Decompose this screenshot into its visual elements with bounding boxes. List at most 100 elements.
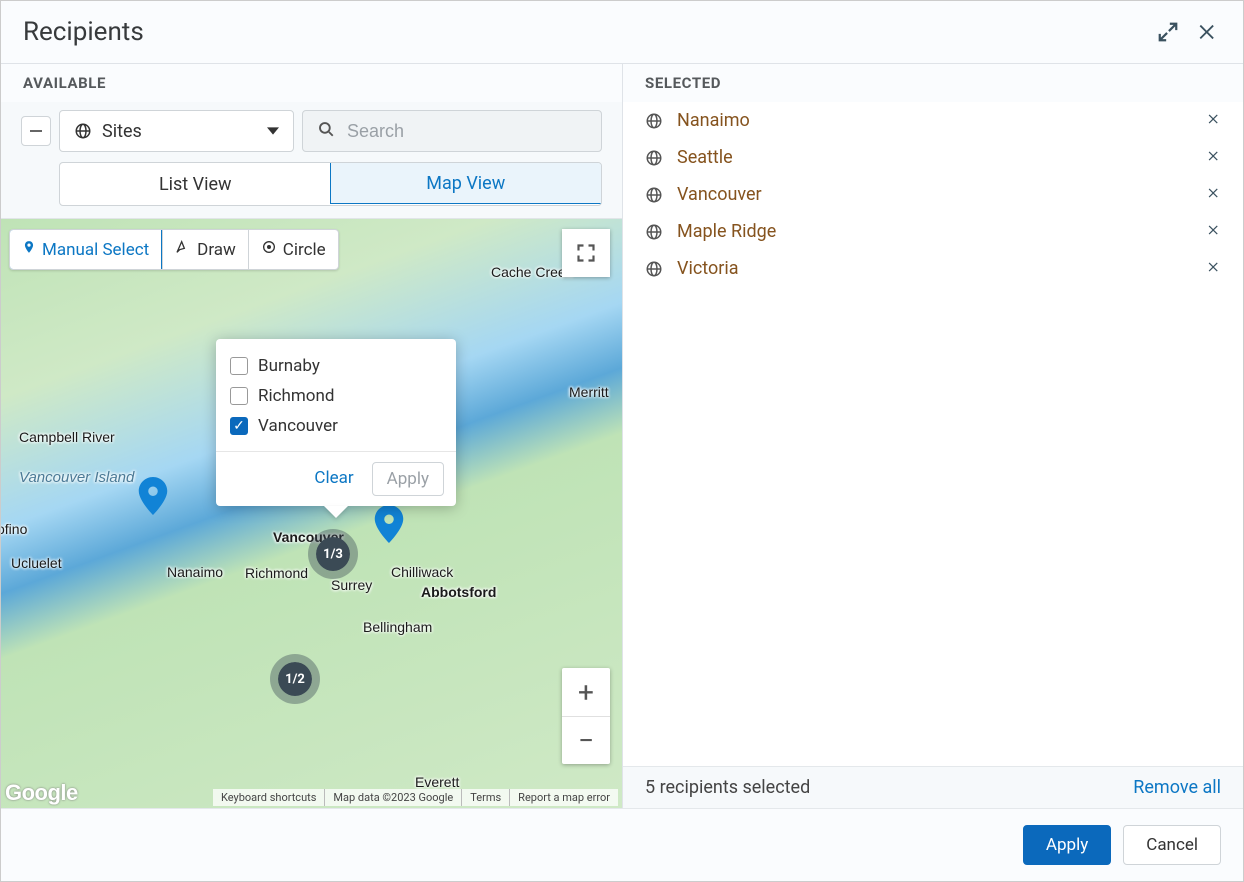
type-dropdown[interactable]: Sites (59, 110, 294, 152)
draw-button[interactable]: Draw (162, 230, 248, 269)
map-footer-links: Keyboard shortcuts Map data ©2023 Google… (213, 789, 618, 806)
map-labels: Cache Creek Merritt Campbell River Vanco… (1, 219, 622, 808)
cancel-button[interactable]: Cancel (1123, 825, 1221, 865)
label-richmond: Richmond (245, 565, 308, 581)
selected-item-name: Seattle (677, 147, 1193, 168)
selected-item-name: Nanaimo (677, 110, 1193, 131)
remove-item-icon[interactable] (1207, 258, 1221, 279)
globe-icon (645, 186, 663, 204)
remove-item-icon[interactable] (1207, 221, 1221, 242)
map-zoom-control: + − (562, 668, 610, 764)
map-footer-link: Map data ©2023 Google (325, 789, 462, 806)
manual-select-label: Manual Select (42, 240, 149, 260)
available-controls: Sites (1, 102, 622, 219)
globe-icon (74, 122, 92, 140)
option-label: Vancouver (258, 416, 338, 436)
zoom-in-button[interactable]: + (562, 668, 610, 716)
controls-row-1: Sites (21, 110, 602, 152)
manual-select-button[interactable]: Manual Select (9, 229, 162, 270)
selected-item: Seattle (623, 139, 1243, 176)
search-input[interactable] (345, 120, 587, 143)
popover-apply-button[interactable]: Apply (372, 462, 444, 496)
globe-icon (645, 149, 663, 167)
view-toggle: List View Map View (59, 162, 602, 206)
map-cluster[interactable]: 1/3 (308, 529, 358, 579)
label-ucluelet: Ucluelet (11, 555, 62, 571)
selected-item-name: Maple Ridge (677, 221, 1193, 242)
available-pane: AVAILABLE Sites (1, 64, 623, 808)
map-cluster[interactable]: 1/2 (270, 654, 320, 704)
option-label: Burnaby (258, 356, 320, 376)
zoom-out-button[interactable]: − (562, 716, 610, 764)
available-heading: AVAILABLE (1, 64, 622, 102)
selected-heading: SELECTED (623, 64, 1243, 102)
selected-summary: 5 recipients selected (645, 777, 810, 798)
selected-item: Victoria (623, 250, 1243, 287)
map-footer-link[interactable]: Keyboard shortcuts (213, 789, 325, 806)
selected-item: Vancouver (623, 176, 1243, 213)
checkbox[interactable] (230, 357, 248, 375)
minus-button[interactable] (21, 116, 51, 146)
selected-pane: SELECTED Nanaimo Seattle Vancouver (623, 64, 1243, 808)
expand-icon[interactable] (1155, 19, 1181, 45)
controls-row-2: List View Map View (59, 162, 602, 206)
modal-header: Recipients (1, 1, 1243, 64)
remove-item-icon[interactable] (1207, 147, 1221, 168)
pin-icon (22, 238, 36, 261)
popover-clear-button[interactable]: Clear (310, 462, 357, 496)
selected-item: Nanaimo (623, 102, 1243, 139)
type-dropdown-label: Sites (102, 121, 142, 142)
close-icon[interactable] (1195, 19, 1221, 45)
list-view-tab[interactable]: List View (60, 163, 331, 205)
selected-footer: 5 recipients selected Remove all (623, 766, 1243, 808)
modal-body: AVAILABLE Sites (1, 64, 1243, 808)
map-attribution: Google Keyboard shortcuts Map data ©2023… (1, 778, 622, 808)
circle-icon (261, 239, 277, 260)
label-merritt: Merritt (569, 384, 609, 400)
cluster-popover: Burnaby Richmond Vancouver Clear (216, 339, 456, 506)
map-footer-link[interactable]: Terms (462, 789, 510, 806)
circle-button[interactable]: Circle (248, 230, 338, 269)
checkbox[interactable] (230, 387, 248, 405)
popover-option: Burnaby (230, 351, 442, 381)
selected-item-name: Vancouver (677, 184, 1193, 205)
label-bellingham: Bellingham (363, 619, 432, 635)
search-field[interactable] (302, 110, 602, 152)
map-fullscreen-button[interactable] (562, 229, 610, 277)
circle-label: Circle (283, 240, 326, 260)
label-ofino: ofino (1, 521, 27, 537)
selected-list: Nanaimo Seattle Vancouver Maple Ridge (623, 102, 1243, 766)
label-nanaimo: Nanaimo (167, 564, 223, 580)
label-surrey: Surrey (331, 577, 372, 593)
search-icon (317, 120, 335, 142)
popover-option: Vancouver (230, 411, 442, 441)
popover-option: Richmond (230, 381, 442, 411)
option-label: Richmond (258, 386, 334, 406)
modal-footer: Apply Cancel (1, 808, 1243, 881)
remove-item-icon[interactable] (1207, 184, 1221, 205)
label-vancouver-island: Vancouver Island (19, 469, 134, 486)
google-logo: Google (5, 780, 78, 806)
modal-title: Recipients (23, 17, 1141, 47)
remove-item-icon[interactable] (1207, 110, 1221, 131)
checkbox[interactable] (230, 417, 248, 435)
map-canvas[interactable]: Cache Creek Merritt Campbell River Vanco… (1, 219, 622, 808)
map-pin[interactable] (374, 505, 404, 547)
apply-button[interactable]: Apply (1023, 825, 1111, 865)
selected-item-name: Victoria (677, 258, 1193, 279)
selected-item: Maple Ridge (623, 213, 1243, 250)
draw-icon (175, 239, 191, 260)
globe-icon (645, 112, 663, 130)
map-view-tab[interactable]: Map View (330, 162, 603, 204)
popover-body: Burnaby Richmond Vancouver (216, 339, 456, 451)
popover-footer: Clear Apply (216, 451, 456, 506)
caret-down-icon (267, 121, 279, 142)
label-cache-creek: Cache Creek (491, 264, 573, 280)
label-chilliwack: Chilliwack (391, 564, 453, 580)
globe-icon (645, 223, 663, 241)
map-footer-link[interactable]: Report a map error (510, 789, 618, 806)
label-campbell-river: Campbell River (19, 429, 115, 445)
label-abbotsford: Abbotsford (421, 584, 496, 600)
map-pin[interactable] (138, 477, 168, 519)
remove-all-button[interactable]: Remove all (1133, 777, 1221, 798)
